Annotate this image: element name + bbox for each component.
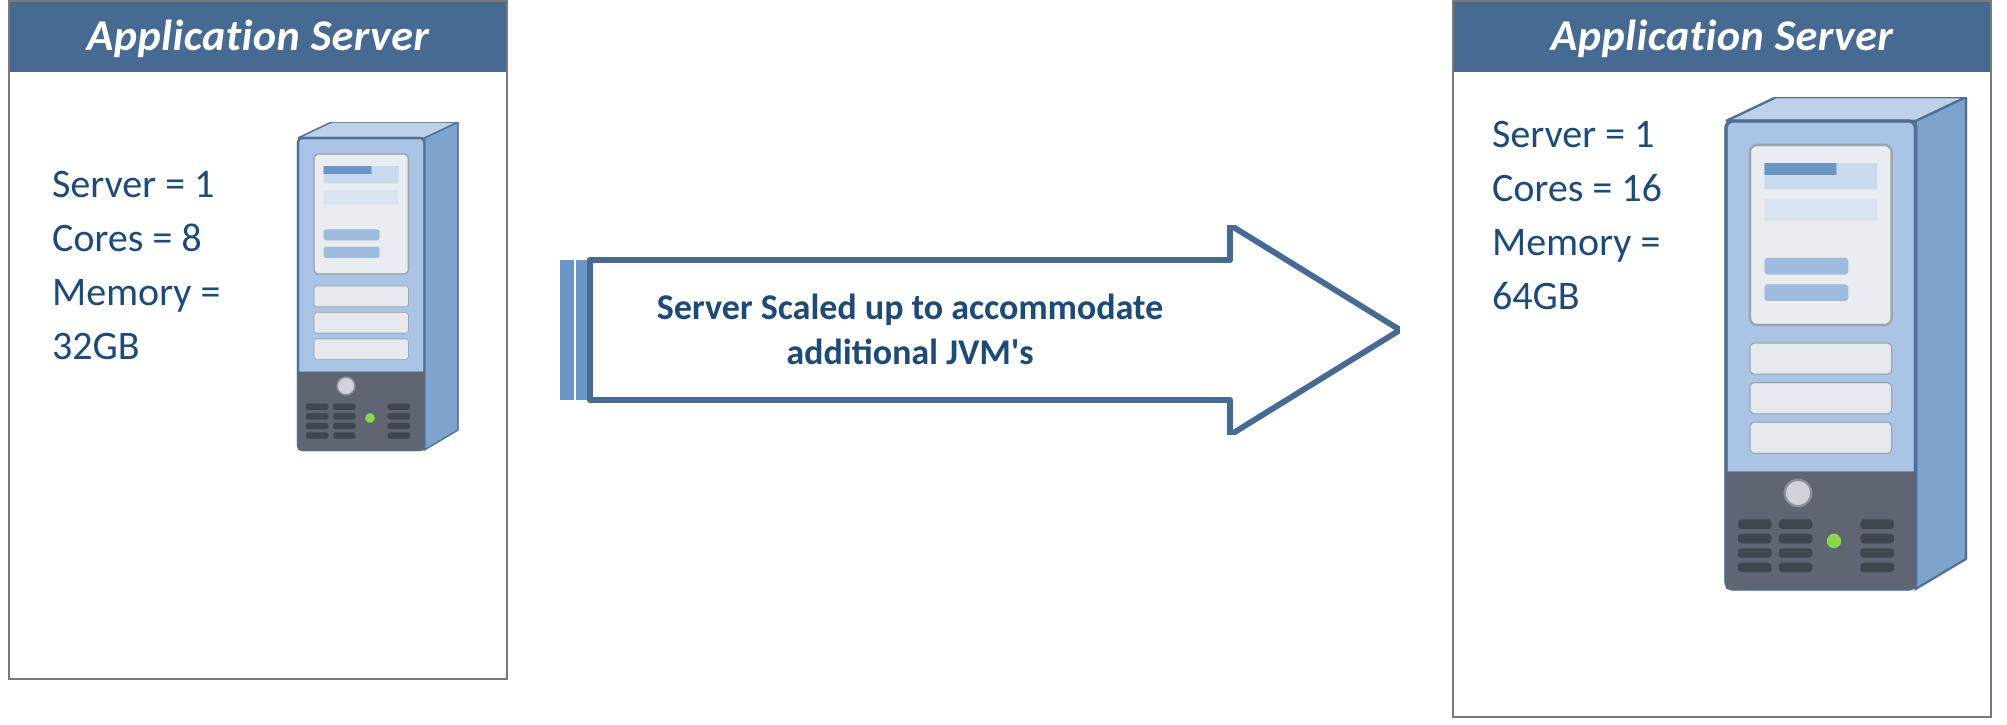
server-tower-icon bbox=[290, 122, 474, 478]
spec-server-left: Server = 1 bbox=[52, 157, 312, 211]
spec-memory-left: Memory = 32GB bbox=[52, 265, 312, 373]
scale-up-arrow-label: Server Scaled up to accommodate addition… bbox=[590, 225, 1230, 435]
server-tower-icon bbox=[1714, 97, 1990, 631]
spec-memory-right: Memory = 64GB bbox=[1492, 215, 1732, 323]
app-server-title-right: Application Server bbox=[1454, 2, 1990, 72]
app-server-specs-right: Server = 1 Cores = 16 Memory = 64GB bbox=[1492, 107, 1732, 323]
app-server-box-right: Application Server Server = 1 Cores = 16… bbox=[1452, 0, 1992, 718]
app-server-box-left: Application Server Server = 1 Cores = 8 … bbox=[8, 0, 508, 680]
spec-server-right: Server = 1 bbox=[1492, 107, 1732, 161]
scale-up-arrow: Server Scaled up to accommodate addition… bbox=[560, 225, 1400, 435]
spec-cores-right: Cores = 16 bbox=[1492, 161, 1732, 215]
app-server-title-left: Application Server bbox=[10, 2, 506, 72]
spec-cores-left: Cores = 8 bbox=[52, 211, 312, 265]
app-server-specs-left: Server = 1 Cores = 8 Memory = 32GB bbox=[52, 157, 312, 373]
